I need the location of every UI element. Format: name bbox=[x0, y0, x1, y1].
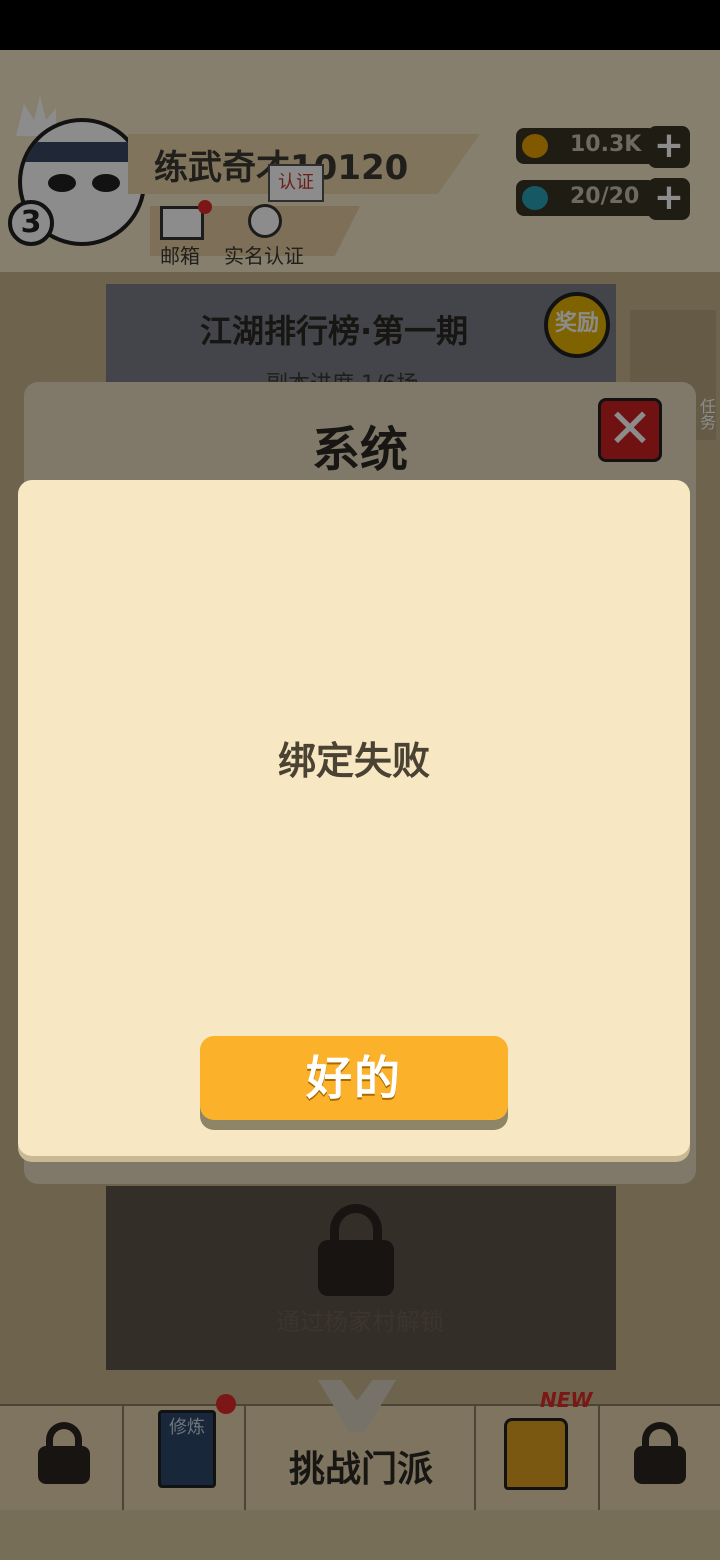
ok-button[interactable]: 好的 bbox=[200, 1036, 508, 1120]
status-bar bbox=[0, 0, 720, 50]
alert-message: 绑定失败 bbox=[277, 739, 430, 783]
